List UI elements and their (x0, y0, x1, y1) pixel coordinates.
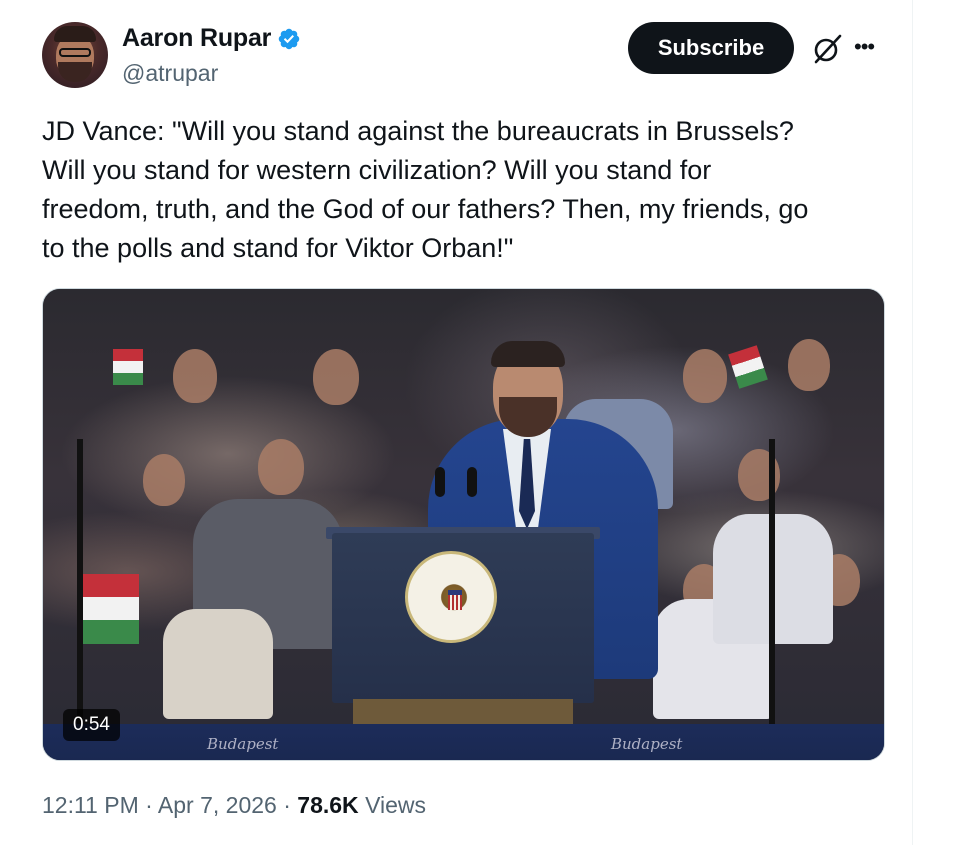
meta-separator: · (276, 792, 298, 818)
tweet-time[interactable]: 12:11 PM (42, 792, 139, 818)
more-icon[interactable]: ••• (854, 34, 875, 60)
banner-text-left: Budapest (207, 735, 279, 753)
tweet-meta: 12:11 PM · Apr 7, 2026 · 78.6K Views (42, 792, 426, 819)
views-label: Views (365, 792, 426, 818)
grok-icon[interactable] (810, 32, 844, 66)
verified-badge-icon (278, 28, 300, 49)
video-player[interactable]: Budapest Budapest 0:54 (42, 288, 885, 761)
author-name-row: Aaron Rupar (122, 24, 301, 53)
author-handle[interactable]: @atrupar (122, 60, 218, 87)
vice-presidential-seal-icon (405, 551, 497, 643)
tweet-text: JD Vance: "Will you stand against the bu… (42, 116, 809, 263)
timeline-divider (912, 0, 913, 845)
avatar[interactable] (42, 22, 108, 88)
author-display-name[interactable]: Aaron Rupar (122, 24, 271, 53)
views-count: 78.6K (297, 792, 359, 818)
tweet-header: Aaron Rupar @atrupar Subscribe ••• (42, 20, 892, 90)
tweet-date[interactable]: Apr 7, 2026 (158, 792, 277, 818)
banner-text-right: Budapest (611, 735, 683, 753)
subscribe-button[interactable]: Subscribe (628, 22, 794, 74)
meta-separator: · (138, 792, 158, 818)
video-duration-badge: 0:54 (63, 709, 120, 741)
stage-banner (43, 724, 884, 760)
